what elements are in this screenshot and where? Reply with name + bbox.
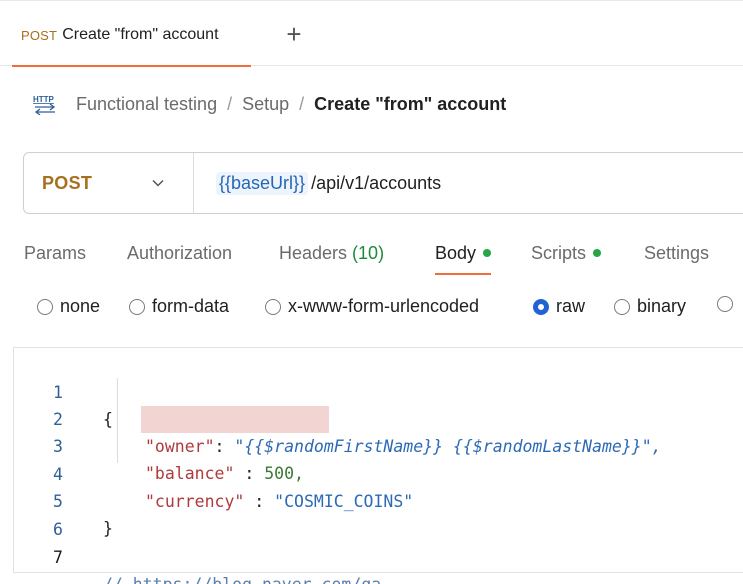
radio-none-label: none	[60, 296, 101, 316]
radio-raw-label: raw	[556, 296, 586, 316]
breadcrumb-item-setup[interactable]: Setup	[242, 94, 289, 115]
tab-settings-label: Settings	[644, 242, 710, 263]
tab-bar: POST Create "from" account +	[0, 0, 743, 67]
radio-binary-label: binary	[637, 296, 687, 316]
http-icon: HTTP	[32, 93, 58, 116]
radio-x-www-form-urlencoded[interactable]: x-www-form-urlencoded	[265, 296, 479, 317]
radio-graphql-partial[interactable]	[717, 296, 740, 312]
request-tab[interactable]: POST Create "from" account	[12, 5, 251, 67]
radio-circle-selected	[533, 298, 549, 315]
body-type-radio-group: none form-data x-www-form-urlencoded raw…	[0, 292, 743, 322]
method-select[interactable]: POST	[24, 153, 194, 213]
radio-raw[interactable]: raw	[533, 296, 585, 317]
radio-none[interactable]: none	[37, 296, 100, 317]
code-line: 1 {	[14, 352, 743, 429]
plus-icon[interactable]: +	[281, 21, 307, 47]
url-variable-token[interactable]: {{baseUrl}}	[216, 171, 309, 195]
breadcrumb-item-functional-testing[interactable]: Functional testing	[76, 94, 217, 115]
tab-body-label: Body	[435, 242, 477, 263]
code-line: 5 }	[14, 461, 743, 538]
scripts-status-dot	[593, 249, 602, 257]
tab-settings[interactable]: Settings	[644, 234, 709, 272]
url-bar: POST {{baseUrl}} /api/v1/accounts	[23, 152, 743, 214]
breadcrumb: HTTP Functional testing / Setup / Create…	[32, 90, 506, 118]
tab-authorization-label: Authorization	[127, 242, 233, 263]
tab-title: Create "from" account	[62, 26, 219, 43]
postman-request-window: POST Create "from" account + HTTP Functi…	[0, 0, 743, 584]
tab-params[interactable]: Params	[24, 234, 86, 272]
headers-count-badge: (10)	[352, 242, 385, 263]
tab-headers[interactable]: Headers (10)	[279, 234, 384, 272]
radio-circle	[614, 298, 630, 315]
tab-method-label: POST	[21, 27, 58, 43]
tab-headers-label: Headers	[279, 242, 348, 263]
radio-binary[interactable]: binary	[614, 296, 686, 317]
url-input[interactable]: {{baseUrl}} /api/v1/accounts	[216, 171, 442, 195]
radio-circle	[37, 298, 53, 315]
page-title[interactable]: Create "from" account	[314, 94, 506, 115]
code-line: 6	[14, 489, 743, 539]
request-tabs: Params Authorization Headers (10) Body S…	[0, 234, 743, 278]
tab-authorization[interactable]: Authorization	[127, 234, 232, 272]
radio-form-data[interactable]: form-data	[129, 296, 229, 317]
url-path: /api/v1/accounts	[311, 172, 442, 193]
radio-x-www-form-urlencoded-label: x-www-form-urlencoded	[288, 296, 480, 316]
tab-body[interactable]: Body	[435, 234, 492, 275]
code-line: 7 // https://blog.naver.com/qa-_-	[14, 517, 743, 584]
code-editor[interactable]: 1 { 2 "owner": "{{$randomFirstName}} {{$…	[13, 347, 743, 584]
method-label: POST	[42, 172, 93, 193]
code-line: 2 "owner": "{{$randomFirstName}} {{$rand…	[14, 379, 743, 456]
code-line: 3 "balance" : 500,	[14, 406, 743, 483]
radio-circle	[265, 298, 281, 315]
svg-text:HTTP: HTTP	[33, 95, 55, 104]
code-line: 4 "currency" : "COSMIC_COINS"	[14, 434, 743, 511]
chevron-down-icon	[152, 179, 164, 187]
tab-params-label: Params	[24, 242, 87, 263]
tab-scripts[interactable]: Scripts	[531, 234, 602, 272]
line-number: 7	[53, 548, 63, 567]
radio-circle	[129, 298, 145, 315]
tab-scripts-label: Scripts	[531, 242, 587, 263]
breadcrumb-separator: /	[299, 93, 305, 114]
radio-form-data-label: form-data	[152, 296, 230, 316]
breadcrumb-separator: /	[227, 93, 233, 114]
radio-circle	[717, 296, 733, 312]
code-comment: // https://blog.naver.com/qa-_-	[103, 571, 411, 584]
body-status-dot	[483, 249, 492, 257]
